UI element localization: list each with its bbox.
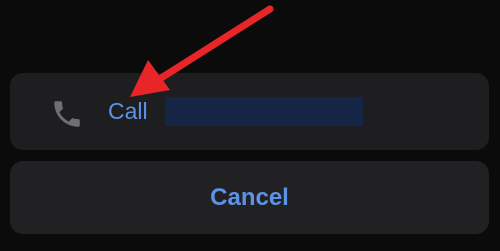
redacted-phone-number bbox=[165, 97, 363, 126]
cancel-button[interactable]: Cancel bbox=[10, 161, 489, 234]
phone-icon bbox=[54, 101, 80, 127]
call-label: Call bbox=[108, 98, 148, 124]
call-option-button[interactable]: Call bbox=[10, 73, 489, 150]
